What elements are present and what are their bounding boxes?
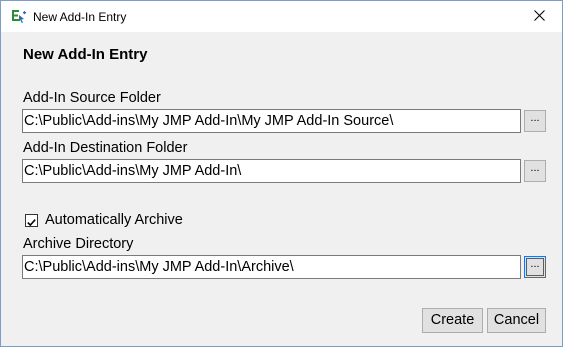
dialog-body: New Add-In Entry Add-In Source Folder C:… (1, 32, 562, 346)
archive-directory-input[interactable]: C:\Public\Add-ins\My JMP Add-In\Archive\ (22, 255, 521, 279)
add-in-entry-dialog: New Add-In Entry New Add-In Entry Add-In… (0, 0, 563, 347)
title-bar[interactable]: New Add-In Entry (1, 1, 562, 32)
checkmark-icon (26, 215, 37, 233)
auto-archive-label[interactable]: Automatically Archive (45, 212, 183, 229)
source-folder-label: Add-In Source Folder (23, 90, 161, 106)
archive-directory-browse-button[interactable]: ... (524, 256, 546, 278)
destination-folder-browse-button[interactable]: ... (524, 160, 546, 182)
destination-folder-input[interactable]: C:\Public\Add-ins\My JMP Add-In\ (22, 159, 521, 183)
cancel-button[interactable]: Cancel (487, 308, 546, 333)
auto-archive-checkbox[interactable] (25, 214, 38, 227)
destination-folder-label: Add-In Destination Folder (23, 140, 188, 156)
close-button[interactable] (516, 1, 562, 32)
source-folder-input[interactable]: C:\Public\Add-ins\My JMP Add-In\My JMP A… (22, 109, 521, 133)
close-icon (533, 8, 545, 26)
create-button[interactable]: Create (422, 308, 483, 333)
archive-directory-label: Archive Directory (23, 236, 134, 252)
source-folder-browse-button[interactable]: ... (524, 110, 546, 132)
jmp-addin-icon (11, 9, 27, 25)
dialog-heading: New Add-In Entry (23, 46, 148, 63)
window-title: New Add-In Entry (33, 10, 127, 24)
